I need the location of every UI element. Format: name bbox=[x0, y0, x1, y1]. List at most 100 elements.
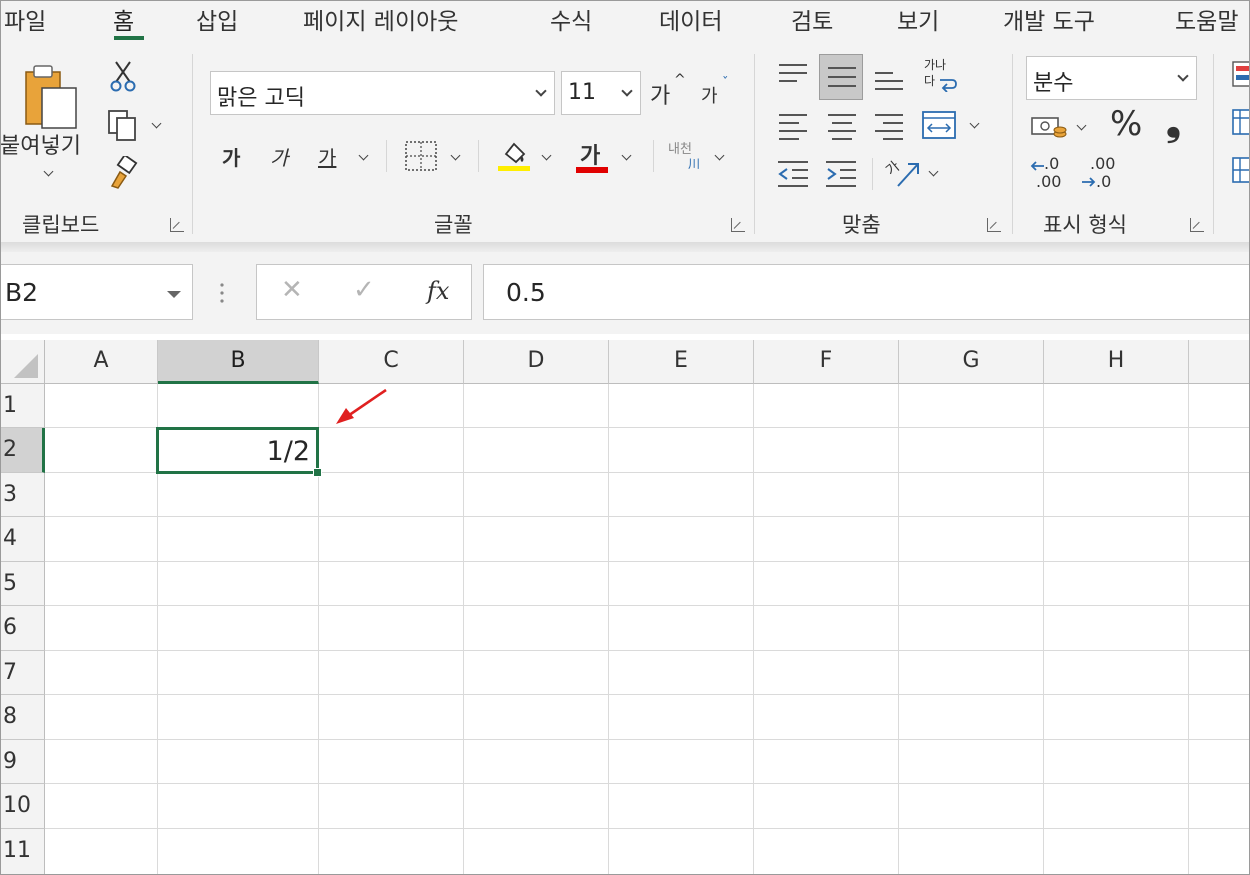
tab-home[interactable]: 홈 bbox=[113, 2, 134, 36]
divider bbox=[653, 140, 654, 172]
align-right-button[interactable] bbox=[873, 110, 905, 140]
alignment-launcher-icon[interactable] bbox=[987, 218, 1001, 232]
underline-button[interactable]: 가 bbox=[318, 142, 336, 171]
row-header-9[interactable]: 9 bbox=[0, 740, 45, 784]
italic-button[interactable]: 가 bbox=[270, 142, 288, 171]
column-header-g[interactable]: G bbox=[899, 340, 1044, 384]
column-header-d[interactable]: D bbox=[464, 340, 609, 384]
accounting-dropdown-icon[interactable] bbox=[1076, 120, 1087, 131]
conditional-formatting-icon[interactable] bbox=[1232, 60, 1250, 88]
borders-dropdown-icon[interactable] bbox=[450, 150, 461, 161]
splitter-dots-icon[interactable] bbox=[218, 282, 226, 304]
font-color-dropdown-icon[interactable] bbox=[621, 150, 632, 161]
fill-handle[interactable] bbox=[313, 468, 322, 477]
column-header-h[interactable]: H bbox=[1044, 340, 1189, 384]
format-as-table-icon[interactable] bbox=[1232, 108, 1250, 136]
decrease-decimal-button[interactable]: .00 .0 bbox=[1080, 154, 1120, 194]
column-header-b[interactable]: B bbox=[158, 340, 319, 384]
format-painter-icon[interactable] bbox=[106, 156, 140, 190]
increase-font-size-button[interactable]: 가 bbox=[650, 78, 670, 110]
paste-label[interactable]: 붙여넣기 bbox=[0, 128, 81, 160]
row-header-4[interactable]: 4 bbox=[0, 517, 45, 562]
insert-function-button[interactable]: fx bbox=[427, 277, 449, 305]
row-header-8[interactable]: 8 bbox=[0, 695, 45, 740]
tab-insert[interactable]: 삽입 bbox=[196, 2, 238, 36]
decrease-font-size-button[interactable]: 가 bbox=[701, 82, 718, 108]
accounting-format-icon[interactable] bbox=[1030, 112, 1068, 142]
borders-icon[interactable] bbox=[404, 140, 438, 172]
column-header-f[interactable]: F bbox=[754, 340, 899, 384]
row-header-3[interactable]: 3 bbox=[0, 473, 45, 517]
font-size-combo[interactable]: 11 bbox=[561, 71, 641, 115]
enter-button[interactable]: ✓ bbox=[353, 275, 375, 305]
decrease-indent-icon[interactable] bbox=[776, 158, 810, 188]
tab-file[interactable]: 파일 bbox=[4, 2, 46, 36]
increase-decimal-button[interactable]: .0 .00 bbox=[1030, 154, 1070, 194]
tab-view[interactable]: 보기 bbox=[897, 2, 939, 36]
fill-color-dropdown-icon[interactable] bbox=[541, 150, 552, 161]
increase-indent-icon[interactable] bbox=[824, 158, 858, 188]
gridline bbox=[1188, 384, 1189, 875]
column-header-a[interactable]: A bbox=[45, 340, 158, 384]
number-launcher-icon[interactable] bbox=[1190, 218, 1204, 232]
chevron-down-icon[interactable] bbox=[621, 85, 633, 97]
comma-style-button[interactable]: ❟ bbox=[1166, 100, 1181, 145]
number-format-combo[interactable]: 분수 bbox=[1026, 56, 1197, 100]
chevron-down-icon[interactable] bbox=[1177, 70, 1189, 82]
align-top-button[interactable] bbox=[777, 58, 809, 88]
row-header-5[interactable]: 5 bbox=[0, 562, 45, 606]
column-header-next[interactable] bbox=[1189, 340, 1250, 384]
row-header-2[interactable]: 2 bbox=[0, 428, 45, 473]
tab-developer[interactable]: 개발 도구 bbox=[1003, 2, 1095, 36]
gridline bbox=[45, 650, 1250, 651]
tab-page-layout[interactable]: 페이지 레이아웃 bbox=[303, 2, 458, 36]
paste-dropdown-icon[interactable] bbox=[43, 166, 54, 177]
phonetic-dropdown-icon[interactable] bbox=[714, 150, 725, 161]
increase-decimal-top-label: .0 bbox=[1044, 154, 1060, 173]
row-header-7[interactable]: 7 bbox=[0, 651, 45, 695]
name-box[interactable]: B2 bbox=[0, 264, 193, 320]
number-format-value: 분수 bbox=[1033, 71, 1074, 96]
font-color-button[interactable]: 가 bbox=[580, 138, 600, 170]
cut-icon[interactable] bbox=[108, 60, 138, 92]
chevron-down-icon[interactable] bbox=[535, 85, 547, 97]
tab-data[interactable]: 데이터 bbox=[659, 2, 722, 36]
column-header-c[interactable]: C bbox=[319, 340, 464, 384]
bold-button[interactable]: 가 bbox=[222, 142, 240, 171]
column-header-e[interactable]: E bbox=[609, 340, 754, 384]
tab-review[interactable]: 검토 bbox=[791, 2, 833, 36]
align-center-button[interactable] bbox=[826, 110, 858, 140]
fill-color-icon[interactable] bbox=[498, 138, 532, 172]
align-left-button[interactable] bbox=[777, 110, 809, 140]
row-header-6[interactable]: 6 bbox=[0, 606, 45, 651]
tab-formulas[interactable]: 수식 bbox=[550, 2, 592, 36]
row-header-1[interactable]: 1 bbox=[0, 384, 45, 428]
font-name-combo[interactable]: 맑은 고딕 bbox=[210, 71, 555, 115]
align-middle-button[interactable] bbox=[819, 54, 863, 100]
formula-bar: B2 ✕ ✓ fx 0.5 bbox=[0, 252, 1250, 334]
copy-icon[interactable] bbox=[106, 108, 140, 142]
align-bottom-button[interactable] bbox=[873, 58, 905, 94]
ribbon-shadow bbox=[0, 242, 1250, 252]
tab-help[interactable]: 도움말 bbox=[1175, 2, 1238, 36]
clipboard-launcher-icon[interactable] bbox=[170, 218, 184, 232]
cancel-button[interactable]: ✕ bbox=[281, 275, 303, 305]
percent-style-button[interactable]: % bbox=[1110, 104, 1142, 144]
orientation-dropdown-icon[interactable] bbox=[928, 166, 939, 177]
orientation-arrow-icon bbox=[897, 163, 919, 187]
gridline bbox=[45, 605, 1250, 606]
row-header-10[interactable]: 10 bbox=[0, 784, 45, 829]
caret-down-icon: ˇ bbox=[722, 76, 729, 91]
cell-b2[interactable]: 1/2 bbox=[156, 427, 319, 474]
row-header-11[interactable]: 11 bbox=[0, 829, 45, 875]
caret-down-icon[interactable] bbox=[167, 291, 181, 298]
formula-input[interactable]: 0.5 bbox=[483, 264, 1250, 320]
font-launcher-icon[interactable] bbox=[731, 218, 745, 232]
underline-dropdown-icon[interactable] bbox=[358, 150, 369, 161]
cell-styles-icon[interactable] bbox=[1232, 156, 1250, 184]
select-all-button[interactable] bbox=[0, 340, 45, 384]
formula-value: 0.5 bbox=[506, 278, 546, 307]
merge-center-icon[interactable] bbox=[922, 110, 956, 140]
copy-dropdown-icon[interactable] bbox=[151, 118, 162, 129]
merge-dropdown-icon[interactable] bbox=[969, 118, 980, 129]
